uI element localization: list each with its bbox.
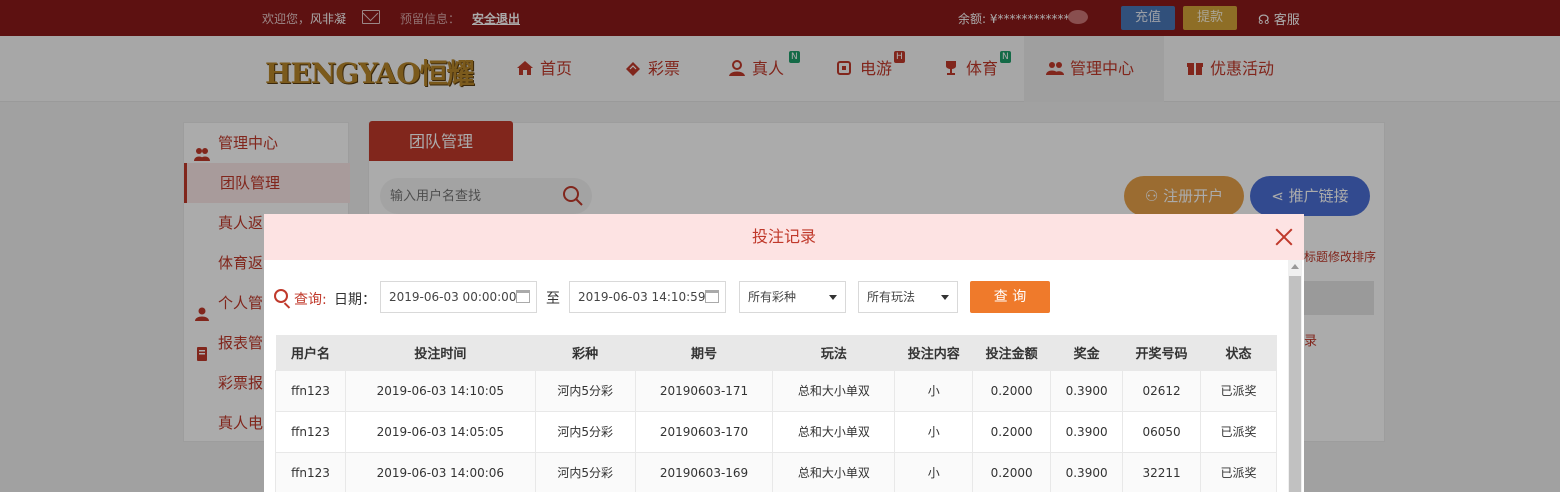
cell-amount: 0.2000 xyxy=(972,369,1052,412)
column-header: 玩法 xyxy=(772,335,895,370)
search-icon xyxy=(274,289,288,303)
column-header: 投注时间 xyxy=(345,335,536,370)
bet-records-table: 用户名 投注时间 彩种 期号 玩法 投注内容 投注金额 奖金 开奖号码 状态 f… xyxy=(275,335,1277,492)
cell-play: 总和大小单双 xyxy=(772,369,896,412)
cell-status: 已派奖 xyxy=(1200,369,1277,412)
date-label: 日期： xyxy=(334,292,376,308)
end-date-input[interactable]: 2019-06-03 14:10:59 xyxy=(569,281,726,313)
cell-lottery: 河内5分彩 xyxy=(534,451,636,492)
column-header: 奖金 xyxy=(1050,335,1123,370)
column-header: 投注金额 xyxy=(972,335,1051,370)
modal-scrollbar[interactable] xyxy=(1288,260,1302,492)
cell-amount: 0.2000 xyxy=(972,410,1052,453)
chevron-down-icon xyxy=(829,295,837,300)
table-header-row: 用户名 投注时间 彩种 期号 玩法 投注内容 投注金额 奖金 开奖号码 状态 xyxy=(275,335,1277,370)
filter-bar: 查询: 日期： 2019-06-03 00:00:00 至 2019-06-03… xyxy=(264,280,1284,314)
cell-prize: 0.3900 xyxy=(1050,410,1124,453)
play-type-select[interactable]: 所有玩法 xyxy=(858,281,958,313)
calendar-icon[interactable] xyxy=(516,290,530,303)
cell-prize: 0.3900 xyxy=(1050,451,1124,492)
cell-status: 已派奖 xyxy=(1200,410,1277,453)
cell-draw-number: 32211 xyxy=(1122,451,1202,492)
column-header: 开奖号码 xyxy=(1122,335,1201,370)
close-icon[interactable] xyxy=(1272,225,1296,249)
cell-amount: 0.2000 xyxy=(972,451,1052,492)
cell-issue: 20190603-169 xyxy=(634,451,774,492)
column-header: 期号 xyxy=(635,335,773,370)
cell-status: 已派奖 xyxy=(1200,451,1277,492)
query-label: 查询: xyxy=(294,292,327,308)
query-button[interactable]: 查 询 xyxy=(970,281,1050,313)
cell-prize: 0.3900 xyxy=(1050,369,1124,412)
cell-lottery: 河内5分彩 xyxy=(534,410,636,453)
cell-content: 小 xyxy=(894,369,974,412)
column-header: 投注内容 xyxy=(894,335,973,370)
cell-bet-time: 2019-06-03 14:00:06 xyxy=(344,451,536,492)
column-header: 用户名 xyxy=(275,335,346,370)
to-label: 至 xyxy=(546,291,560,307)
cell-draw-number: 02612 xyxy=(1122,369,1202,412)
table-row[interactable]: ffn123 2019-06-03 14:00:06 河内5分彩 2019060… xyxy=(275,451,1277,492)
cell-bet-time: 2019-06-03 14:10:05 xyxy=(344,369,536,412)
cell-username: ffn123 xyxy=(275,410,346,453)
modal-title: 投注记录 xyxy=(751,227,816,246)
cell-issue: 20190603-171 xyxy=(634,369,774,412)
calendar-icon[interactable] xyxy=(705,290,719,303)
cell-draw-number: 06050 xyxy=(1122,410,1202,453)
cell-lottery: 河内5分彩 xyxy=(534,369,636,412)
cell-username: ffn123 xyxy=(275,451,346,492)
cell-username: ffn123 xyxy=(275,369,346,412)
chevron-down-icon xyxy=(941,295,949,300)
cell-bet-time: 2019-06-03 14:05:05 xyxy=(344,410,536,453)
modal-header: 投注记录 xyxy=(264,214,1304,260)
cell-content: 小 xyxy=(894,451,974,492)
column-header: 彩种 xyxy=(535,335,636,370)
bet-records-modal: 投注记录 查询: 日期： 2019-06-03 00:00:00 至 2019-… xyxy=(264,214,1304,492)
scroll-up-icon[interactable] xyxy=(1291,264,1299,269)
table-row[interactable]: ffn123 2019-06-03 14:05:05 河内5分彩 2019060… xyxy=(275,410,1277,453)
cell-issue: 20190603-170 xyxy=(634,410,774,453)
cell-play: 总和大小单双 xyxy=(772,451,896,492)
table-row[interactable]: ffn123 2019-06-03 14:10:05 河内5分彩 2019060… xyxy=(275,369,1277,412)
cell-play: 总和大小单双 xyxy=(772,410,896,453)
cell-content: 小 xyxy=(894,410,974,453)
column-header: 状态 xyxy=(1200,335,1277,370)
scrollbar-thumb[interactable] xyxy=(1289,276,1301,492)
start-date-input[interactable]: 2019-06-03 00:00:00 xyxy=(380,281,537,313)
lottery-type-select[interactable]: 所有彩种 xyxy=(739,281,846,313)
